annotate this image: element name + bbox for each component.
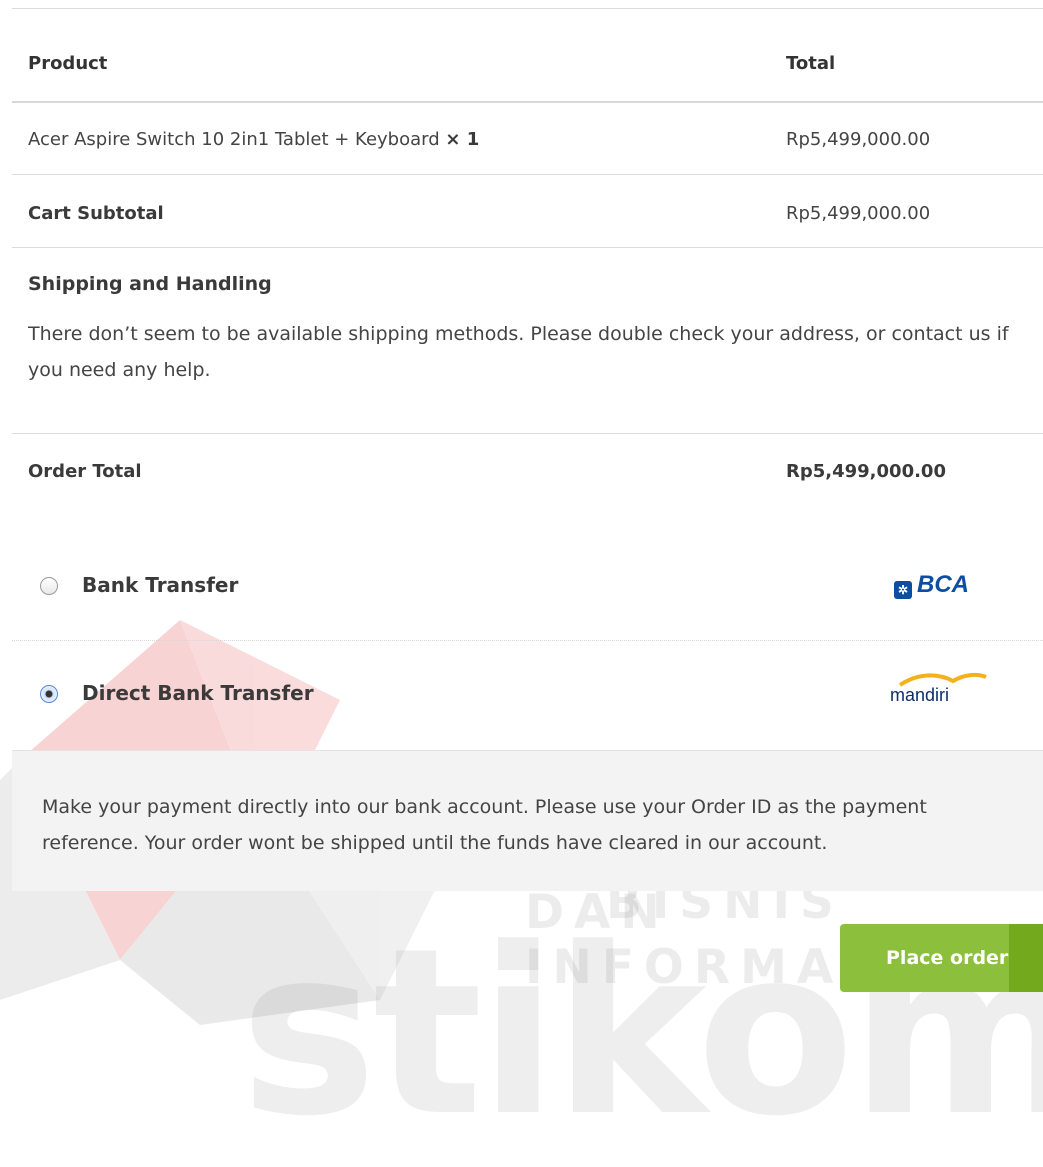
table-row: Acer Aspire Switch 10 2in1 Tablet + Keyb… bbox=[12, 101, 1043, 174]
mandiri-logo: mandiri bbox=[890, 672, 987, 706]
bca-mark-icon: ✲ bbox=[894, 581, 912, 599]
place-order-button[interactable]: Place order bbox=[840, 924, 1043, 992]
item-cell: Acer Aspire Switch 10 2in1 Tablet + Keyb… bbox=[28, 129, 479, 150]
radio-bank-transfer[interactable] bbox=[40, 577, 58, 595]
mandiri-wave-icon bbox=[898, 672, 987, 687]
subtotal-row: Cart Subtotal Rp5,499,000.00 bbox=[12, 174, 1043, 248]
button-edge bbox=[1009, 924, 1043, 992]
header-total: Total bbox=[786, 53, 836, 74]
shipping-message: There don’t seem to be available shippin… bbox=[28, 323, 1009, 381]
header-product: Product bbox=[28, 53, 108, 74]
bca-logo: ✲ BCA bbox=[894, 571, 969, 599]
order-total-value: Rp5,499,000.00 bbox=[786, 461, 946, 482]
payment-label-direct-bank-transfer[interactable]: Direct Bank Transfer bbox=[82, 681, 314, 705]
shipping-title: Shipping and Handling bbox=[28, 273, 272, 295]
subtotal-value: Rp5,499,000.00 bbox=[786, 203, 931, 224]
payment-description: Make your payment directly into our bank… bbox=[42, 796, 927, 854]
bca-logo-text: BCA bbox=[917, 571, 969, 598]
item-quantity: × 1 bbox=[445, 129, 480, 150]
payment-label-bank-transfer[interactable]: Bank Transfer bbox=[82, 573, 238, 597]
item-total: Rp5,499,000.00 bbox=[786, 129, 931, 150]
subtotal-label: Cart Subtotal bbox=[28, 203, 164, 224]
place-order-label: Place order bbox=[886, 947, 1009, 969]
item-name: Acer Aspire Switch 10 2in1 Tablet + Keyb… bbox=[28, 129, 440, 150]
table-header: Product Total bbox=[12, 8, 1043, 103]
payment-description-box: Make your payment directly into our bank… bbox=[12, 750, 1043, 891]
divider bbox=[12, 640, 1043, 641]
order-total-row: Order Total Rp5,499,000.00 bbox=[12, 433, 1043, 514]
payment-option-direct-bank-transfer[interactable]: Direct Bank Transfer mandiri bbox=[12, 665, 1043, 725]
radio-direct-bank-transfer[interactable] bbox=[40, 685, 58, 703]
payment-option-bank-transfer[interactable]: Bank Transfer ✲ BCA bbox=[12, 560, 1043, 620]
order-total-label: Order Total bbox=[28, 461, 142, 482]
